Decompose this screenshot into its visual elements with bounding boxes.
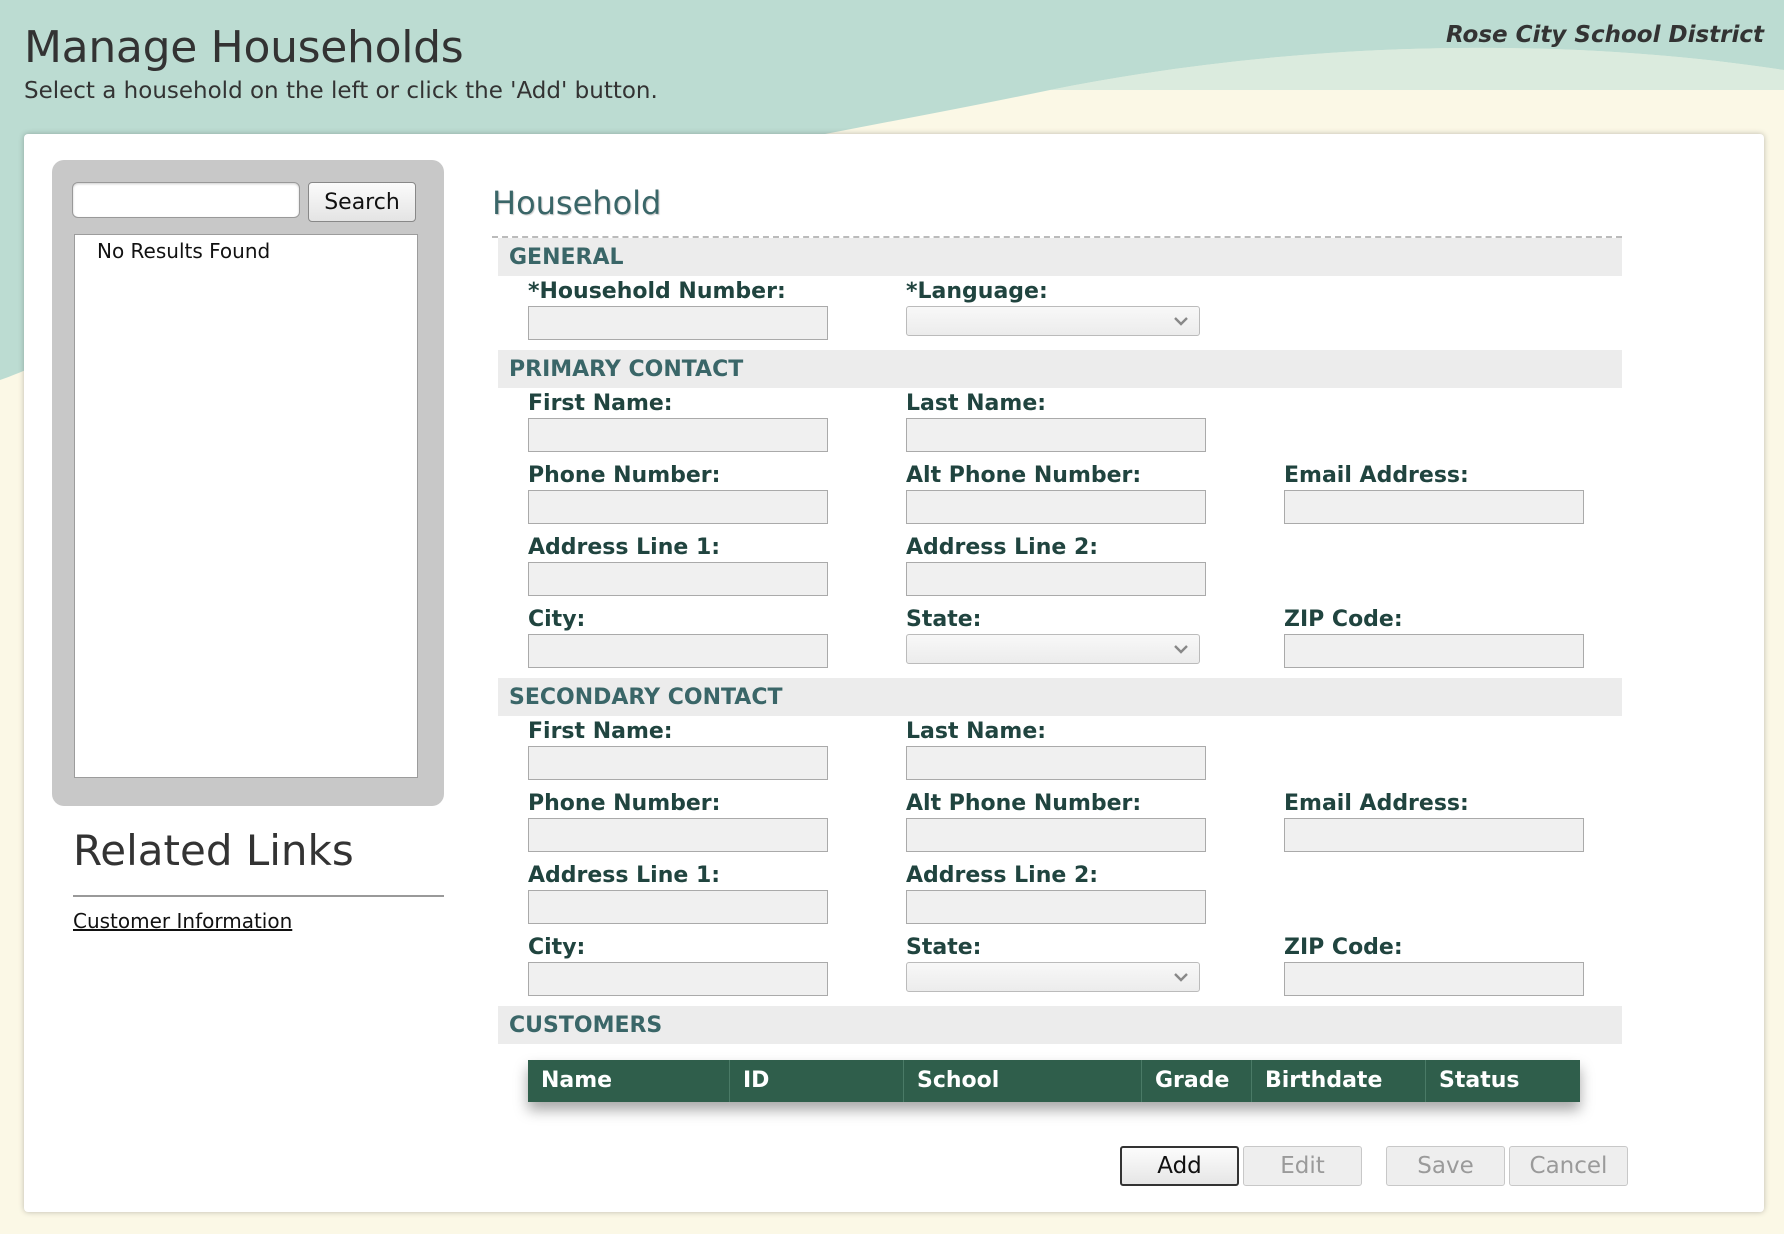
primary-email-field[interactable] [1284, 490, 1584, 524]
chevron-down-icon [1174, 317, 1188, 326]
secondary-first-name-label: First Name: [528, 719, 673, 744]
section-general-label: GENERAL [509, 245, 624, 270]
primary-state-label: State: [906, 607, 982, 632]
secondary-city-label: City: [528, 935, 586, 960]
primary-phone-label: Phone Number: [528, 463, 721, 488]
secondary-email-field[interactable] [1284, 818, 1584, 852]
add-button[interactable]: Add [1120, 1146, 1239, 1186]
section-secondary-contact: SECONDARY CONTACT [498, 678, 1622, 716]
secondary-email-label: Email Address: [1284, 791, 1469, 816]
related-links-divider [73, 895, 444, 897]
district-name: Rose City School District [1445, 22, 1764, 48]
form-title: Household [492, 184, 662, 222]
primary-address2-field[interactable] [906, 562, 1206, 596]
language-label: *Language: [906, 279, 1048, 304]
secondary-state-label: State: [906, 935, 982, 960]
primary-phone-field[interactable] [528, 490, 828, 524]
primary-zip-field[interactable] [1284, 634, 1584, 668]
cancel-button[interactable]: Cancel [1509, 1146, 1628, 1186]
primary-last-name-field[interactable] [906, 418, 1206, 452]
chevron-down-icon [1174, 645, 1188, 654]
search-button[interactable]: Search [308, 182, 416, 222]
page-subtitle: Select a household on the left or click … [24, 78, 658, 104]
secondary-last-name-field[interactable] [906, 746, 1206, 780]
primary-address2-label: Address Line 2: [906, 535, 1099, 560]
search-input[interactable] [72, 182, 300, 218]
related-links-title: Related Links [73, 826, 354, 875]
edit-button[interactable]: Edit [1243, 1146, 1362, 1186]
primary-city-label: City: [528, 607, 586, 632]
primary-alt-phone-field[interactable] [906, 490, 1206, 524]
column-header-grade[interactable]: Grade [1142, 1060, 1252, 1102]
section-customers-label: CUSTOMERS [509, 1013, 663, 1038]
section-primary-contact-label: PRIMARY CONTACT [509, 357, 744, 382]
customer-information-link[interactable]: Customer Information [73, 909, 292, 933]
primary-last-name-label: Last Name: [906, 391, 1047, 416]
secondary-address1-label: Address Line 1: [528, 863, 721, 888]
column-header-school[interactable]: School [904, 1060, 1142, 1102]
main-card: Search No Results Found Related Links Cu… [24, 134, 1764, 1212]
secondary-last-name-label: Last Name: [906, 719, 1047, 744]
primary-email-label: Email Address: [1284, 463, 1469, 488]
secondary-state-select[interactable] [906, 962, 1200, 992]
secondary-city-field[interactable] [528, 962, 828, 996]
primary-zip-label: ZIP Code: [1284, 607, 1403, 632]
results-list[interactable]: No Results Found [74, 234, 418, 778]
column-header-name[interactable]: Name [528, 1060, 730, 1102]
primary-city-field[interactable] [528, 634, 828, 668]
chevron-down-icon [1174, 973, 1188, 982]
section-primary-contact: PRIMARY CONTACT [498, 350, 1622, 388]
household-number-field[interactable] [528, 306, 828, 340]
language-select[interactable] [906, 306, 1200, 336]
primary-first-name-field[interactable] [528, 418, 828, 452]
save-button[interactable]: Save [1386, 1146, 1505, 1186]
secondary-first-name-field[interactable] [528, 746, 828, 780]
secondary-phone-field[interactable] [528, 818, 828, 852]
primary-address1-field[interactable] [528, 562, 828, 596]
column-header-status[interactable]: Status [1426, 1060, 1580, 1102]
customers-table-header: Name ID School Grade Birthdate Status [528, 1060, 1580, 1102]
section-general: GENERAL [498, 238, 1622, 276]
no-results-text: No Results Found [97, 239, 271, 263]
column-header-birthdate[interactable]: Birthdate [1252, 1060, 1426, 1102]
secondary-zip-field[interactable] [1284, 962, 1584, 996]
secondary-alt-phone-label: Alt Phone Number: [906, 791, 1142, 816]
section-customers: CUSTOMERS [498, 1006, 1622, 1044]
secondary-phone-label: Phone Number: [528, 791, 721, 816]
household-number-label: *Household Number: [528, 279, 786, 304]
primary-address1-label: Address Line 1: [528, 535, 721, 560]
household-search-panel: Search No Results Found [52, 160, 444, 806]
secondary-address2-field[interactable] [906, 890, 1206, 924]
primary-alt-phone-label: Alt Phone Number: [906, 463, 1142, 488]
secondary-zip-label: ZIP Code: [1284, 935, 1403, 960]
primary-first-name-label: First Name: [528, 391, 673, 416]
page-title: Manage Households [24, 22, 464, 73]
column-header-id[interactable]: ID [730, 1060, 904, 1102]
secondary-address2-label: Address Line 2: [906, 863, 1099, 888]
secondary-address1-field[interactable] [528, 890, 828, 924]
section-secondary-contact-label: SECONDARY CONTACT [509, 685, 783, 710]
primary-state-select[interactable] [906, 634, 1200, 664]
secondary-alt-phone-field[interactable] [906, 818, 1206, 852]
